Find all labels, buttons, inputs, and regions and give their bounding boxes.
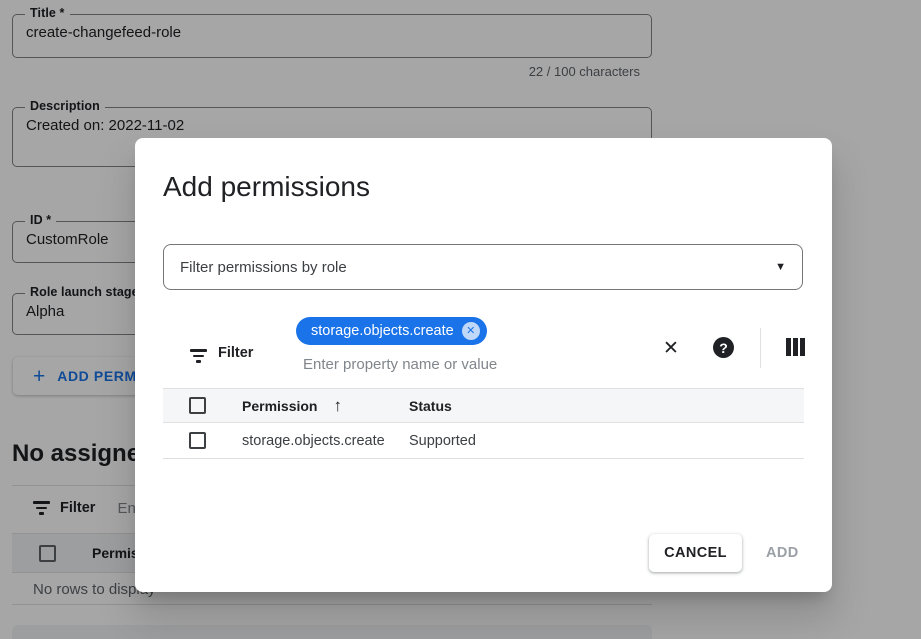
status-column-header: Status — [409, 398, 452, 414]
row-checkbox[interactable] — [189, 432, 206, 449]
role-dropdown-placeholder: Filter permissions by role — [180, 259, 775, 276]
filter-icon — [190, 349, 207, 363]
add-permissions-dialog: Add permissions Filter permissions by ro… — [135, 138, 832, 592]
table-header-row: Permission ↑ Status — [163, 388, 804, 423]
dialog-actions: CANCEL ADD — [135, 534, 832, 572]
row-status-cell: Supported — [409, 433, 476, 449]
dialog-title: Add permissions — [163, 171, 370, 203]
filter-chip-label: storage.objects.create — [311, 323, 454, 339]
filter-permissions-by-role-dropdown[interactable]: Filter permissions by role ▼ — [163, 244, 803, 290]
select-all-checkbox[interactable] — [189, 397, 206, 414]
column-display-options-icon[interactable] — [786, 338, 805, 356]
clear-filters-icon[interactable]: ✕ — [663, 339, 679, 358]
table-row[interactable]: storage.objects.create Supported — [163, 423, 804, 459]
cancel-button[interactable]: CANCEL — [649, 534, 742, 572]
chevron-down-icon: ▼ — [775, 262, 786, 273]
divider — [760, 328, 761, 368]
row-permission-cell: storage.objects.create — [242, 433, 409, 449]
sort-ascending-icon: ↑ — [333, 396, 342, 416]
permission-column-header[interactable]: Permission ↑ — [242, 396, 409, 416]
help-icon[interactable]: ? — [713, 337, 734, 358]
add-button[interactable]: ADD — [766, 534, 799, 572]
filter-chip[interactable]: storage.objects.create ✕ — [296, 317, 487, 345]
filter-label: Filter — [218, 345, 253, 361]
chip-remove-icon[interactable]: ✕ — [462, 322, 480, 340]
screen: Title * create-changefeed-role 22 / 100 … — [0, 0, 921, 639]
permissions-table: Permission ↑ Status storage.objects.crea… — [163, 388, 804, 459]
filter-input[interactable]: Enter property name or value — [303, 356, 497, 373]
permissions-filter-bar: Filter storage.objects.create ✕ Enter pr… — [163, 312, 804, 388]
permission-column-label: Permission — [242, 398, 317, 414]
